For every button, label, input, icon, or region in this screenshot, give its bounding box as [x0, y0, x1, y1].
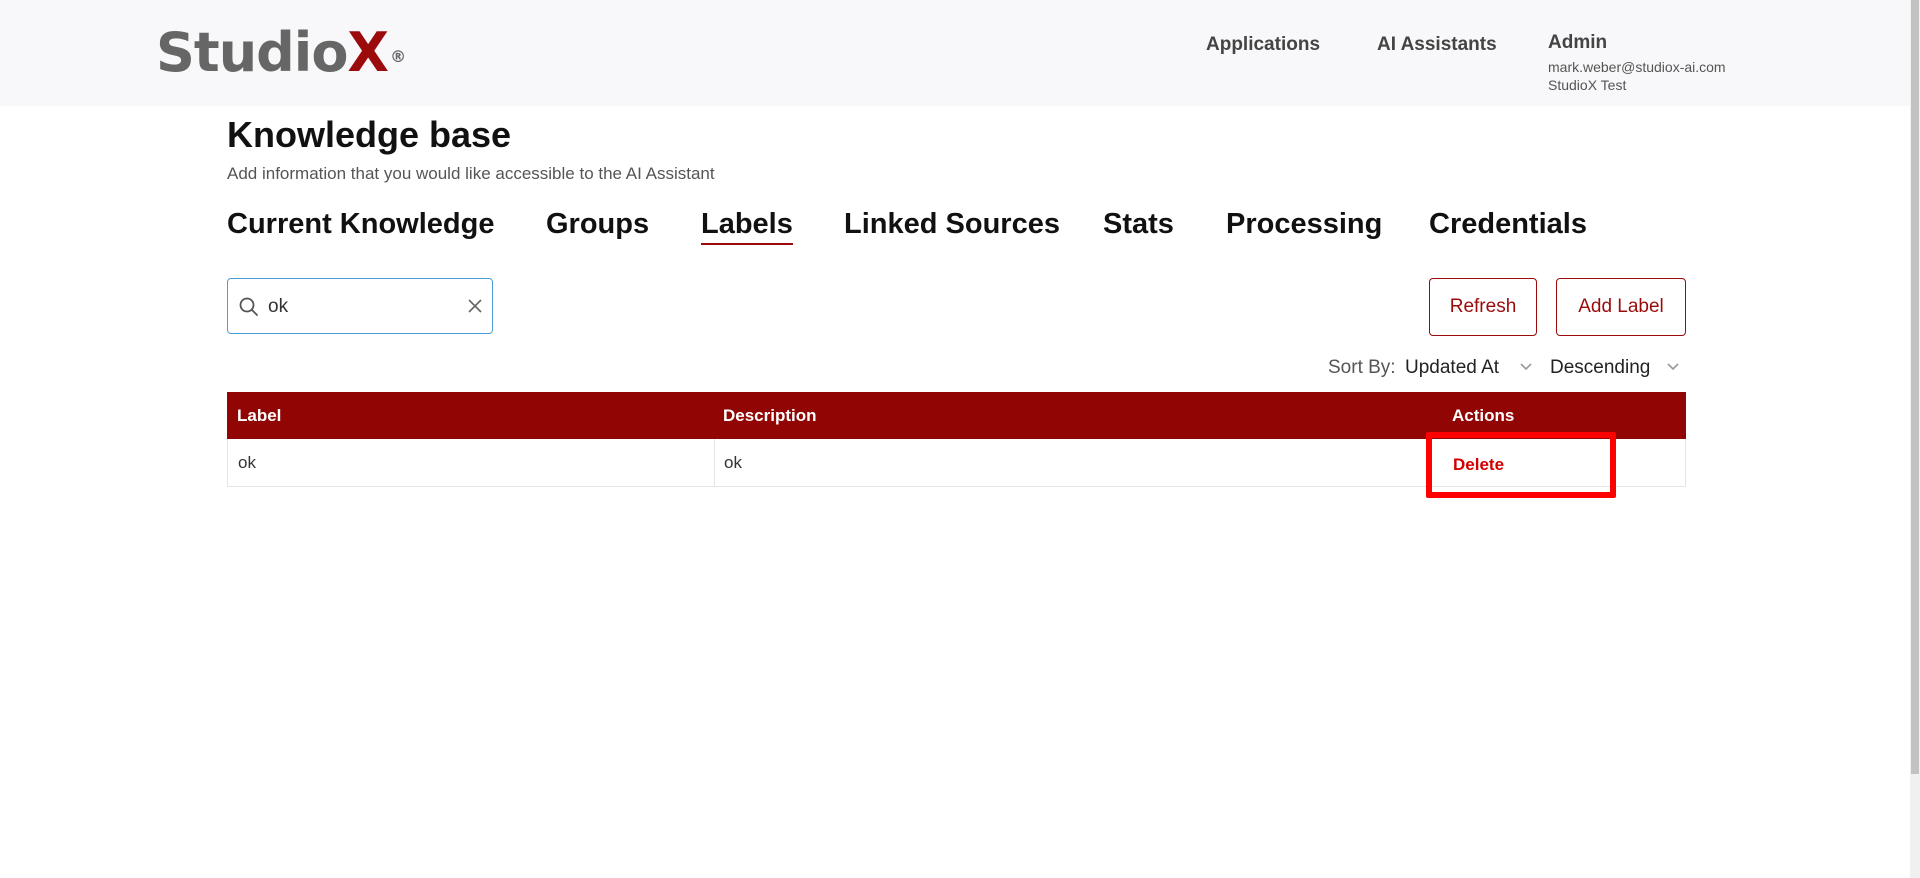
page-subtitle: Add information that you would like acce… [227, 164, 715, 183]
sort-by-label: Sort By: [1328, 357, 1396, 378]
tab-linked-sources[interactable]: Linked Sources [844, 205, 1060, 243]
search-field[interactable] [227, 278, 493, 334]
scrollbar-thumb[interactable] [1911, 0, 1919, 774]
tab-credentials[interactable]: Credentials [1429, 205, 1587, 243]
page-title: Knowledge base [227, 114, 512, 155]
nav-ai-assistants[interactable]: AI Assistants [1377, 34, 1497, 56]
column-header-label: Label [237, 406, 282, 425]
delete-button[interactable]: Delete [1453, 455, 1504, 475]
logo-text: Studio [156, 21, 348, 84]
registered-mark: ® [390, 47, 406, 66]
column-header-actions: Actions [1452, 406, 1515, 425]
user-role: Admin [1548, 32, 1608, 53]
user-menu[interactable]: Admin mark.weber@studiox-ai.com StudioX … [1548, 32, 1726, 94]
tab-labels[interactable]: Labels [701, 205, 793, 245]
row-label-cell: ok [238, 453, 256, 472]
refresh-button[interactable]: Refresh [1429, 278, 1537, 336]
tab-processing[interactable]: Processing [1226, 205, 1382, 243]
row-description-cell: ok [724, 453, 742, 472]
user-email: mark.weber@studiox-ai.com [1548, 59, 1726, 75]
search-input[interactable] [266, 293, 450, 321]
tab-stats[interactable]: Stats [1103, 205, 1174, 243]
logo-accent: X [347, 21, 389, 84]
tab-current-knowledge[interactable]: Current Knowledge [227, 205, 494, 243]
table-header: Label Description Actions [227, 392, 1686, 439]
user-organization: StudioX Test [1548, 77, 1627, 93]
nav-applications[interactable]: Applications [1206, 34, 1320, 56]
sort-order-select[interactable]: Descending [1550, 357, 1650, 379]
clear-icon[interactable] [466, 297, 484, 315]
sort-field-select[interactable]: Updated At [1405, 357, 1499, 379]
studiox-logo[interactable]: StudioX ® [156, 21, 406, 84]
column-header-description: Description [723, 406, 817, 425]
tab-groups[interactable]: Groups [546, 205, 649, 243]
top-navigation-bar: StudioX ® Applications AI Assistants Admi… [0, 0, 1920, 106]
column-divider [714, 439, 715, 486]
add-label-button[interactable]: Add Label [1556, 278, 1686, 336]
chevron-down-icon[interactable] [1519, 362, 1533, 372]
search-icon [239, 297, 258, 316]
chevron-down-icon[interactable] [1666, 362, 1680, 372]
